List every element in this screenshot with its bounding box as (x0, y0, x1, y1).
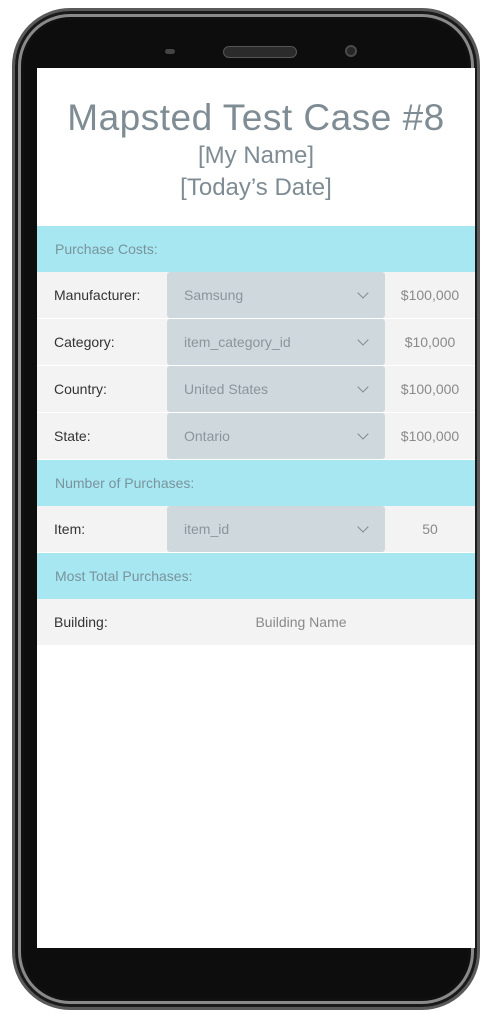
manufacturer-row: Manufacturer: Samsung $100,000 (37, 272, 475, 319)
user-name: [My Name] (197, 142, 314, 169)
manufacturer-select-value: Samsung (184, 287, 244, 303)
chevron-down-icon (357, 381, 369, 393)
report-date: [Today’s Date] (180, 174, 332, 201)
category-label: Category: (54, 334, 115, 350)
state-cost: $100,000 (400, 428, 460, 444)
country-cost: $100,000 (400, 381, 460, 397)
page-title: Mapsted Test Case #8 (67, 97, 445, 138)
front-camera (345, 45, 357, 57)
item-label: Item: (54, 521, 86, 537)
manufacturer-label: Manufacturer: (54, 287, 141, 303)
building-row: Building: Building Name (37, 599, 475, 646)
item-select-value: item_id (184, 521, 230, 537)
manufacturer-cost: $100,000 (400, 287, 460, 303)
most-total-purchases-header: Most Total Purchases: (37, 553, 475, 599)
category-cost: $10,000 (404, 334, 456, 350)
state-row: State: Ontario $100,000 (37, 413, 475, 460)
sensor-dot (165, 49, 175, 54)
state-select[interactable]: Ontario (167, 413, 385, 459)
category-select[interactable]: item_category_id (167, 319, 385, 365)
country-label: Country: (54, 381, 107, 397)
state-select-value: Ontario (184, 428, 230, 444)
country-select-value: United States (184, 381, 269, 397)
country-select[interactable]: United States (167, 366, 385, 412)
building-name: Building Name (255, 614, 347, 630)
chevron-down-icon (357, 334, 369, 346)
building-label: Building: (54, 614, 108, 630)
earpiece-speaker (223, 46, 297, 58)
chevron-down-icon (357, 428, 369, 440)
chevron-down-icon (357, 521, 369, 533)
chevron-down-icon (357, 287, 369, 299)
item-row: Item: item_id 50 (37, 506, 475, 553)
manufacturer-select[interactable]: Samsung (167, 272, 385, 318)
state-label: State: (54, 428, 91, 444)
app-screen: Mapsted Test Case #8 [My Name] [Today’s … (37, 68, 475, 948)
purchase-costs-header: Purchase Costs: (37, 226, 475, 272)
category-select-value: item_category_id (184, 334, 291, 350)
number-of-purchases-header: Number of Purchases: (37, 460, 475, 506)
country-row: Country: United States $100,000 (37, 366, 475, 413)
item-purchase-count: 50 (422, 521, 438, 537)
item-select[interactable]: item_id (167, 506, 385, 552)
title-block: Mapsted Test Case #8 [My Name] [Today’s … (37, 68, 475, 226)
category-row: Category: item_category_id $10,000 (37, 319, 475, 366)
